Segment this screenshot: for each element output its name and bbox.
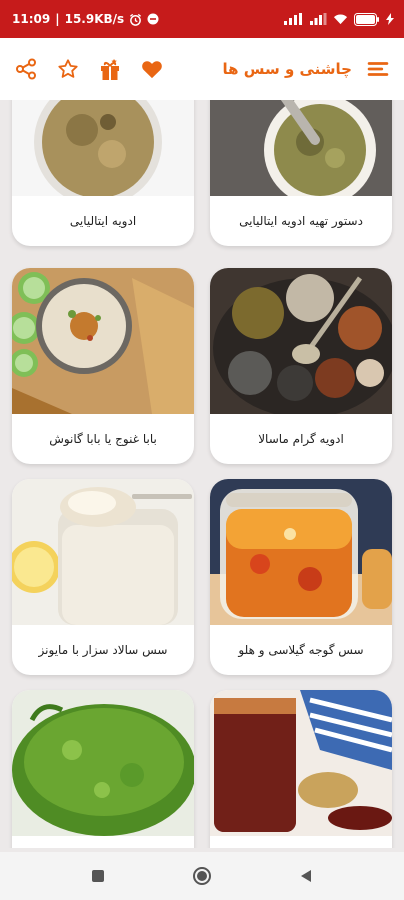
battery-icon	[354, 12, 380, 26]
recipe-image	[12, 690, 194, 836]
recipe-title	[12, 836, 194, 848]
recipe-card[interactable]: دستور تهیه ادویه ایتالیایی	[210, 100, 392, 246]
recipe-card[interactable]: بابا غنوج یا بابا گانوش	[12, 268, 194, 464]
recents-button[interactable]	[86, 864, 110, 888]
recipe-title: بابا غنوج یا بابا گانوش	[49, 432, 157, 446]
recipe-card[interactable]: سس گوجه گیلاسی و هلو	[210, 479, 392, 675]
recipe-card[interactable]: سس سالاد سزار با مایونز	[12, 479, 194, 675]
status-bar: 11:09 | 15.9KB/s	[0, 0, 404, 38]
dnd-icon	[147, 13, 159, 25]
charging-icon	[386, 13, 394, 25]
recipe-title: سس سالاد سزار با مایونز	[38, 643, 168, 657]
recipe-title: دستور تهیه ادویه ایتالیایی	[239, 214, 363, 228]
recipe-title	[210, 836, 392, 848]
recipe-image	[210, 268, 392, 414]
alarm-icon	[129, 13, 142, 26]
heart-icon[interactable]	[140, 57, 164, 81]
recipe-title: ادویه ایتالیایی	[69, 214, 137, 228]
gift-icon[interactable]	[98, 57, 122, 81]
menu-icon[interactable]	[366, 57, 390, 81]
recipe-card[interactable]: ادویه ایتالیایی	[12, 100, 194, 246]
header-actions	[14, 57, 164, 81]
home-button[interactable]	[190, 864, 214, 888]
recipe-image	[12, 100, 194, 196]
recipe-title: سس گوجه گیلاسی و هلو	[238, 643, 364, 657]
recipe-image	[12, 268, 194, 414]
recipe-card[interactable]	[210, 690, 392, 848]
recipe-image	[210, 479, 392, 625]
recipe-image	[210, 100, 392, 196]
status-network-speed: 15.9KB/s	[64, 12, 125, 26]
status-time: 11:09	[12, 12, 51, 26]
signal-icon-2	[309, 13, 327, 25]
star-icon[interactable]	[56, 57, 80, 81]
recipe-grid: دستور تهیه ادویه ایتالیایی ادویه ایتالیا…	[0, 100, 404, 848]
signal-icon	[283, 13, 303, 25]
recipe-card[interactable]	[12, 690, 194, 848]
recipe-image	[210, 690, 392, 836]
system-nav-bar	[0, 852, 404, 900]
recipe-title: ادویه گرام ماسالا	[258, 432, 344, 446]
wifi-icon	[333, 13, 348, 25]
page-title: چاشنی و سس ها	[222, 60, 352, 78]
recipe-card[interactable]: ادویه گرام ماسالا	[210, 268, 392, 464]
app-bar: چاشنی و سس ها	[0, 38, 404, 100]
recipe-image	[12, 479, 194, 625]
share-icon[interactable]	[14, 57, 38, 81]
back-button[interactable]	[294, 864, 318, 888]
